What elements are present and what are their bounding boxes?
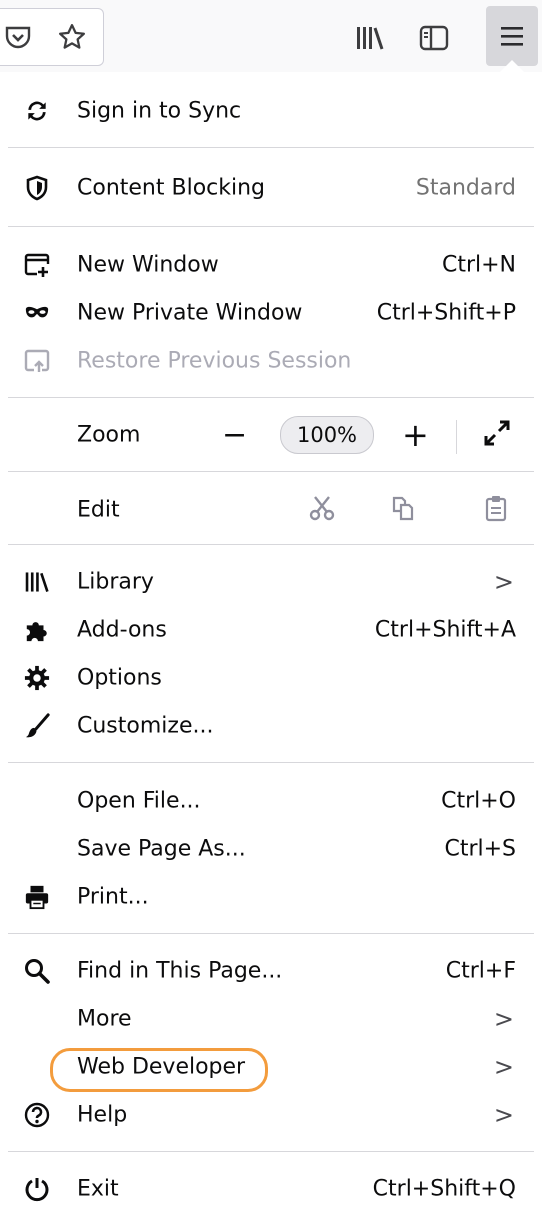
menu-item-options[interactable]: Options: [0, 655, 542, 701]
zoom-controls: Zoom − 100% +: [0, 412, 542, 458]
shortcut: Ctrl+S: [444, 836, 516, 862]
chevron-right-icon: >: [493, 1101, 514, 1129]
paste-icon[interactable]: [484, 494, 508, 526]
separator: [8, 471, 534, 472]
panel-arrow: [500, 60, 524, 72]
menu-item-add-ons[interactable]: Add-ons Ctrl+Shift+A: [0, 607, 542, 653]
shortcut: Ctrl+Shift+A: [374, 617, 516, 643]
separator: [456, 420, 457, 454]
menu-item-customize[interactable]: Customize...: [0, 703, 542, 749]
shortcut: Ctrl+Shift+Q: [372, 1176, 516, 1202]
menu-item-web-developer[interactable]: Web Developer >: [0, 1044, 542, 1092]
menu-item-exit[interactable]: Exit Ctrl+Shift+Q: [0, 1166, 542, 1212]
menu-item-label: Customize...: [77, 713, 214, 739]
separator: [8, 762, 534, 763]
menu-item-label: New Window: [77, 252, 219, 278]
help-icon: [24, 1102, 50, 1128]
library-icon[interactable]: [352, 20, 388, 56]
menu-item-label: Library: [77, 569, 154, 595]
separator: [8, 147, 534, 148]
urlbar-end: [0, 8, 104, 66]
separator: [8, 544, 534, 545]
edit-label: Edit: [77, 497, 120, 523]
zoom-in-button[interactable]: +: [402, 416, 429, 454]
hamburger-menu-button[interactable]: [486, 6, 538, 66]
chevron-right-icon: >: [493, 1053, 514, 1081]
restore-session-icon: [24, 348, 50, 374]
chevron-right-icon: >: [493, 1005, 514, 1033]
menu-item-label: New Private Window: [77, 300, 303, 326]
edit-controls: Edit: [0, 487, 542, 533]
sidebar-icon[interactable]: [416, 20, 452, 56]
shortcut: Ctrl+F: [445, 958, 516, 984]
zoom-label: Zoom: [77, 422, 141, 448]
gear-icon: [24, 665, 50, 691]
menu-item-save-page-as[interactable]: Save Page As... Ctrl+S: [0, 826, 542, 872]
zoom-reset-button[interactable]: 100%: [280, 416, 374, 454]
sync-icon: [24, 98, 50, 124]
library-icon: [24, 569, 50, 595]
power-icon: [24, 1176, 50, 1202]
separator: [8, 397, 534, 398]
menu-item-open-file[interactable]: Open File... Ctrl+O: [0, 778, 542, 824]
menu-item-new-private-window[interactable]: New Private Window Ctrl+Shift+P: [0, 290, 542, 336]
app-menu-panel: Sign in to Sync Content Blocking Standar…: [0, 72, 542, 1220]
chevron-right-icon: >: [493, 568, 514, 596]
new-window-icon: [24, 252, 50, 278]
menu-item-label: Save Page As...: [77, 836, 246, 862]
menu-item-help[interactable]: Help >: [0, 1092, 542, 1138]
menu-item-find-in-page[interactable]: Find in This Page... Ctrl+F: [0, 948, 542, 994]
separator: [8, 226, 534, 227]
menu-item-label: Print...: [77, 884, 149, 910]
star-icon[interactable]: [54, 19, 90, 55]
zoom-out-button[interactable]: −: [222, 418, 247, 453]
hamburger-menu-icon: [496, 20, 528, 52]
menu-item-library[interactable]: Library >: [0, 559, 542, 605]
menu-item-label: Add-ons: [77, 617, 167, 643]
menu-item-label: Content Blocking: [77, 175, 266, 201]
menu-item-new-window[interactable]: New Window Ctrl+N: [0, 242, 542, 288]
shortcut: Ctrl+N: [441, 252, 516, 278]
paintbrush-icon: [24, 713, 50, 739]
private-mask-icon: [24, 300, 50, 326]
shortcut: Ctrl+Shift+P: [376, 300, 516, 326]
pocket-icon[interactable]: [2, 21, 34, 53]
menu-item-label: Exit: [77, 1176, 119, 1202]
menu-item-label: Options: [77, 665, 162, 691]
menu-item-label: Find in This Page...: [77, 958, 283, 984]
menu-item-restore-session[interactable]: Restore Previous Session: [0, 338, 542, 384]
menu-item-print[interactable]: Print...: [0, 874, 542, 920]
separator: [8, 933, 534, 934]
fullscreen-icon[interactable]: [482, 418, 512, 452]
copy-icon[interactable]: [390, 495, 416, 525]
cut-icon[interactable]: [309, 495, 335, 525]
search-icon: [24, 958, 50, 984]
printer-icon: [24, 884, 50, 910]
puzzle-piece-icon: [24, 617, 50, 643]
menu-item-label: Help: [77, 1102, 128, 1128]
menu-item-more[interactable]: More >: [0, 996, 542, 1042]
separator: [8, 1151, 534, 1152]
shield-icon: [24, 175, 50, 201]
menu-item-content-blocking[interactable]: Content Blocking Standard: [0, 165, 542, 211]
browser-toolbar: [0, 0, 542, 72]
menu-item-label: Open File...: [77, 788, 201, 814]
menu-item-label: Restore Previous Session: [77, 348, 352, 374]
content-blocking-level: Standard: [415, 175, 516, 201]
shortcut: Ctrl+O: [441, 788, 516, 814]
menu-item-label: More: [77, 1006, 132, 1032]
menu-item-label: Web Developer: [77, 1054, 246, 1080]
menu-item-sign-in-sync[interactable]: Sign in to Sync: [0, 88, 542, 134]
menu-item-label: Sign in to Sync: [77, 98, 242, 124]
